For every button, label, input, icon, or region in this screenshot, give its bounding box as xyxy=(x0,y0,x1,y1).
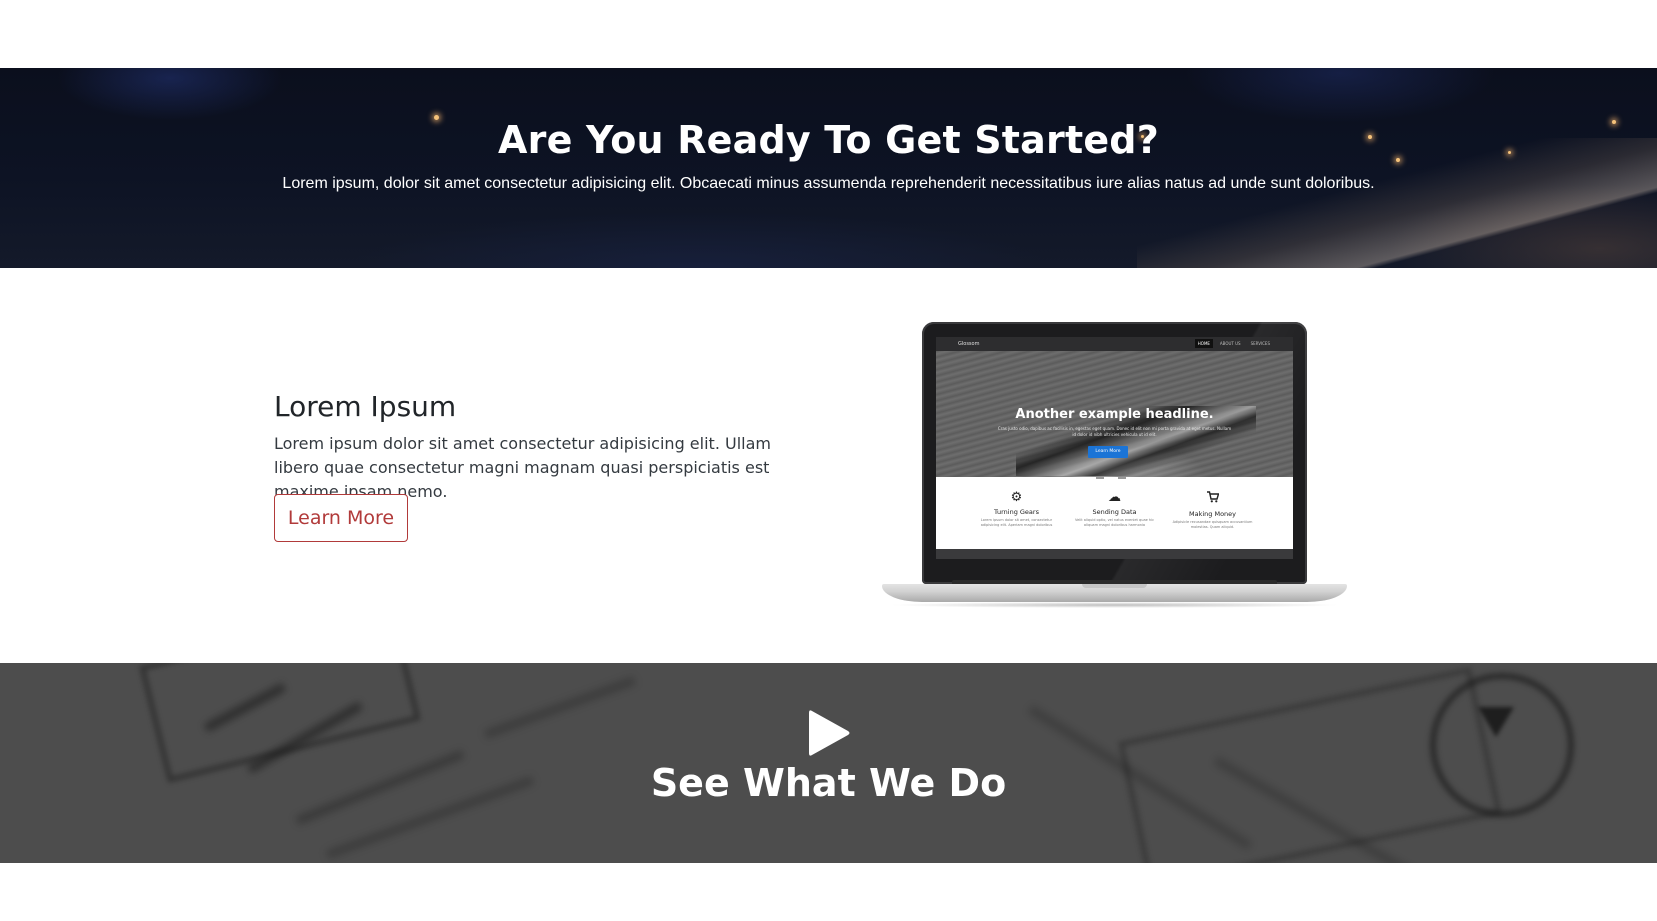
mockup-feature-item: ☁ Sending Data Velit aliquid optio, vel … xyxy=(1075,491,1155,549)
wireframe-sketch-play-shape xyxy=(1478,707,1514,737)
video-title: See What We Do xyxy=(650,761,1007,805)
mockup-hero: Another example headline. Cras justo odi… xyxy=(936,351,1293,479)
laptop-mockup-image: Glossom HOME ABOUT US SERVICES Another e… xyxy=(882,322,1347,610)
wireframe-sketch-line xyxy=(483,675,637,740)
laptop-shadow xyxy=(888,602,1341,608)
carousel-dot xyxy=(1107,477,1115,479)
play-icon[interactable] xyxy=(807,708,851,758)
mockup-feature-item: ⚙ Turning Gears Lorem ipsum dolor sit am… xyxy=(977,491,1057,549)
mockup-nav-home: HOME xyxy=(1194,339,1213,348)
carousel-dot xyxy=(1118,477,1126,479)
laptop-screen: Glossom HOME ABOUT US SERVICES Another e… xyxy=(936,337,1293,559)
feature-title: Lorem Ipsum xyxy=(274,390,457,423)
mockup-learn-more-button: Learn More xyxy=(1088,446,1128,458)
cta-subtitle: Lorem ipsum, dolor sit amet consectetur … xyxy=(282,175,1375,192)
cloud-icon: ☁ xyxy=(1108,490,1121,505)
mockup-navbar: Glossom HOME ABOUT US SERVICES xyxy=(936,337,1293,351)
gear-icon: ⚙ xyxy=(1010,490,1023,505)
mockup-headline: Another example headline. xyxy=(1015,407,1214,422)
mockup-feature-title: Making Money xyxy=(1188,510,1237,518)
mockup-features: ⚙ Turning Gears Lorem ipsum dolor sit am… xyxy=(936,477,1293,549)
mockup-feature-text: Adipisicle recusandae quisquam accusanti… xyxy=(1172,520,1253,529)
mockup-feature-item: Making Money Adipisicle recusandae quisq… xyxy=(1173,491,1253,549)
learn-more-button[interactable]: Learn More xyxy=(274,494,408,542)
cart-icon xyxy=(1173,491,1253,507)
cart-icon-shape xyxy=(1206,491,1219,503)
cta-banner: Are You Ready To Get Started? Lorem ipsu… xyxy=(0,68,1657,268)
mockup-footer xyxy=(936,549,1293,559)
cta-title: Are You Ready To Get Started? xyxy=(498,118,1159,162)
mockup-feature-text: Lorem ipsum dolor sit amet, consectetur … xyxy=(980,518,1053,527)
mockup-feature-title: Sending Data xyxy=(1092,508,1137,516)
laptop-base-groove xyxy=(1082,584,1147,588)
carousel-dot xyxy=(1096,477,1104,479)
mockup-brand: Glossom xyxy=(958,341,980,347)
video-banner[interactable]: See What We Do xyxy=(0,663,1657,863)
mockup-nav-services: SERVICES xyxy=(1250,341,1270,346)
mockup-nav-about: ABOUT US xyxy=(1219,341,1241,346)
mockup-carousel-indicators xyxy=(1096,477,1126,479)
mockup-feature-title: Turning Gears xyxy=(994,508,1039,516)
mockup-nav-links: HOME ABOUT US SERVICES xyxy=(1194,339,1273,348)
mockup-feature-text: Velit aliquid optio, vel natus eveniet q… xyxy=(1075,518,1154,527)
mockup-subline: Cras justo odio, dapibus ac facilisis in… xyxy=(997,426,1232,437)
